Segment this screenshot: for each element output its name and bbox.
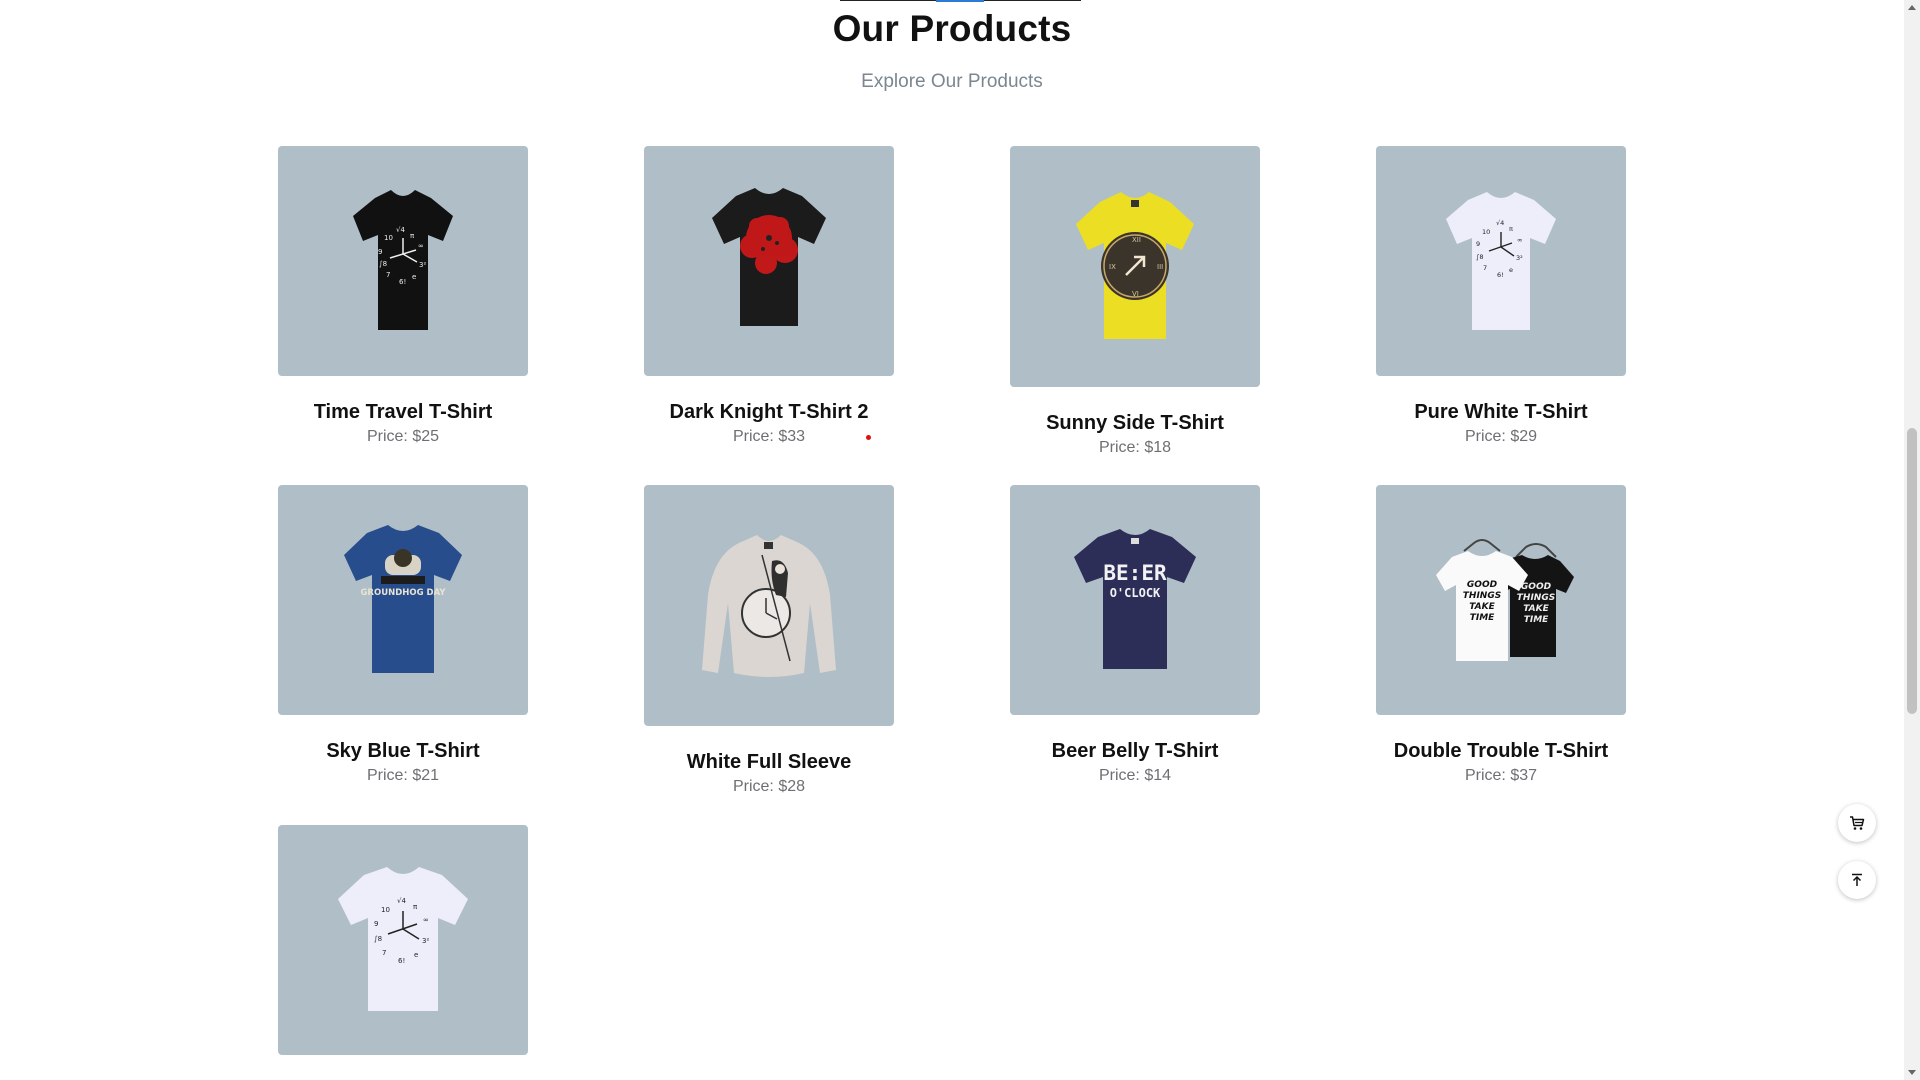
svg-text:∞: ∞ bbox=[418, 242, 424, 250]
svg-text:9: 9 bbox=[1476, 240, 1480, 248]
svg-text:9: 9 bbox=[374, 920, 378, 928]
product-card[interactable]: White Full Sleeve Price: $28 bbox=[644, 485, 894, 797]
product-name[interactable]: Sunny Side T-Shirt bbox=[1010, 411, 1260, 435]
svg-text:3²: 3² bbox=[1516, 254, 1523, 262]
svg-text:XII: XII bbox=[1132, 236, 1141, 244]
arrow-up-to-top-icon bbox=[1852, 873, 1862, 886]
product-card[interactable]: √4 π ∞ 3² e 6! 7 ∫8 9 10 Pure White T-Shirt Pri… bbox=[1376, 146, 1626, 447]
product-price: Price: $29 bbox=[1464, 428, 1538, 445]
oclock-print-text: O'CLOCK bbox=[1110, 586, 1161, 600]
product-name[interactable]: Dark Knight T-Shirt 2 bbox=[644, 400, 894, 424]
back-to-top-button[interactable] bbox=[1838, 861, 1876, 899]
cart-button[interactable] bbox=[1838, 804, 1876, 842]
svg-text:√4: √4 bbox=[1496, 219, 1504, 227]
svg-text:e: e bbox=[412, 273, 416, 281]
product-price: Price: $21 bbox=[366, 767, 440, 784]
svg-text:VI: VI bbox=[1132, 290, 1139, 298]
svg-text:7: 7 bbox=[386, 271, 390, 279]
svg-text:7: 7 bbox=[1483, 264, 1487, 272]
svg-text:π: π bbox=[1509, 225, 1513, 233]
svg-text:9: 9 bbox=[378, 248, 382, 256]
beer-print-text: BE:ER bbox=[1103, 561, 1167, 585]
product-name[interactable]: Sky Blue T-Shirt bbox=[278, 739, 528, 763]
product-card[interactable]: Dark Knight T-Shirt 2 Price: $33 bbox=[644, 146, 894, 447]
svg-text:3²: 3² bbox=[419, 261, 426, 269]
white-sweatshirt-reaper-clock-icon[interactable] bbox=[644, 485, 894, 726]
good-things-print-text: THINGS bbox=[1517, 593, 1555, 603]
good-things-print-text: TAKE bbox=[1523, 604, 1549, 614]
product-name[interactable]: Double Trouble T-Shirt bbox=[1376, 739, 1626, 763]
svg-text:10: 10 bbox=[384, 234, 393, 242]
product-card[interactable]: XII III VI IX Sunny Side T-Shirt Price: $18 bbox=[1010, 146, 1260, 458]
good-things-print-text: TIME bbox=[1470, 613, 1495, 623]
product-card[interactable]: GOOD THINGS TAKE TIME GOOD THINGS TAKE T… bbox=[1376, 485, 1626, 786]
svg-text:∫8: ∫8 bbox=[1476, 253, 1484, 261]
product-price: Price: $28 bbox=[732, 778, 806, 795]
svg-text:e: e bbox=[414, 951, 418, 959]
product-card[interactable]: BE:ER O'CLOCK Beer Belly T-Shirt Price: … bbox=[1010, 485, 1260, 786]
svg-text:10: 10 bbox=[381, 906, 390, 914]
title-divider-accent bbox=[936, 0, 984, 2]
navy-tshirt-beer-oclock-icon[interactable]: BE:ER O'CLOCK bbox=[1010, 485, 1260, 715]
product-card[interactable]: √4 π ∞ 3² e 6! 7 ∫8 9 10 bbox=[278, 825, 528, 1055]
vertical-scrollbar[interactable] bbox=[1904, 0, 1920, 1080]
cart-icon bbox=[1850, 816, 1865, 830]
good-things-print-text: GOOD bbox=[1467, 580, 1498, 590]
product-price: Price: $14 bbox=[1098, 767, 1172, 784]
svg-text:10: 10 bbox=[1482, 228, 1490, 236]
product-price: Price: $33 bbox=[732, 428, 806, 445]
white-tshirt-clock-icon[interactable]: √4 π ∞ 3² e 6! 7 ∫8 9 10 bbox=[278, 825, 528, 1055]
svg-text:√4: √4 bbox=[397, 897, 406, 905]
scroll-down-arrow-icon[interactable] bbox=[1908, 1070, 1916, 1075]
products-page: Our Products Explore Our Products √4 π ∞ 3… bbox=[0, 0, 1904, 1080]
svg-text:6!: 6! bbox=[399, 278, 406, 286]
product-name[interactable]: White Full Sleeve bbox=[644, 750, 894, 774]
blue-tshirt-groundhog-icon[interactable]: GROUNDHOG DAY bbox=[278, 485, 528, 715]
product-name[interactable]: Beer Belly T-Shirt bbox=[1010, 739, 1260, 763]
svg-text:III: III bbox=[1157, 263, 1163, 271]
svg-text:∞: ∞ bbox=[423, 916, 429, 924]
product-price: Price: $25 bbox=[366, 428, 440, 445]
svg-text:∞: ∞ bbox=[1517, 236, 1522, 244]
svg-text:IX: IX bbox=[1109, 263, 1116, 271]
scrollbar-thumb[interactable] bbox=[1907, 428, 1917, 714]
product-price: Price: $37 bbox=[1464, 767, 1538, 784]
good-things-print-text: TIME bbox=[1524, 615, 1549, 625]
section-subtitle: Explore Our Products bbox=[861, 71, 1043, 92]
red-dot-marker bbox=[866, 435, 871, 440]
svg-text:e: e bbox=[1509, 266, 1513, 274]
good-things-print-text: TAKE bbox=[1469, 602, 1495, 612]
svg-text:6!: 6! bbox=[398, 957, 405, 965]
svg-text:3²: 3² bbox=[422, 937, 429, 945]
groundhog-print-text: GROUNDHOG DAY bbox=[360, 588, 446, 598]
two-tshirts-good-things-icon[interactable]: GOOD THINGS TAKE TIME GOOD THINGS TAKE T… bbox=[1376, 485, 1626, 715]
product-card[interactable]: GROUNDHOG DAY Sky Blue T-Shirt Price: $2… bbox=[278, 485, 528, 786]
product-name[interactable]: Pure White T-Shirt bbox=[1376, 400, 1626, 424]
svg-text:6!: 6! bbox=[1497, 271, 1504, 279]
product-price: Price: $18 bbox=[1098, 439, 1172, 456]
svg-text:7: 7 bbox=[382, 949, 386, 957]
product-name[interactable]: Time Travel T-Shirt bbox=[278, 400, 528, 424]
product-card[interactable]: √4 π ∞ 3² e 6! 7 ∫8 9 10 Time Travel T-Shirt Pr… bbox=[278, 146, 528, 447]
scroll-up-arrow-icon[interactable] bbox=[1908, 5, 1916, 10]
svg-text:∫8: ∫8 bbox=[379, 260, 387, 268]
section-title: Our Products bbox=[832, 8, 1072, 49]
black-tshirt-clock-icon[interactable]: √4 π ∞ 3² e 6! 7 ∫8 9 10 bbox=[278, 146, 528, 376]
yellow-tshirt-clock-icon[interactable]: XII III VI IX bbox=[1010, 146, 1260, 387]
good-things-print-text: THINGS bbox=[1463, 591, 1501, 601]
black-tshirt-red-splatter-icon[interactable] bbox=[644, 146, 894, 376]
white-tshirt-clock-icon[interactable]: √4 π ∞ 3² e 6! 7 ∫8 9 10 bbox=[1376, 146, 1626, 376]
svg-text:∫8: ∫8 bbox=[374, 935, 382, 943]
good-things-print-text: GOOD bbox=[1521, 582, 1552, 592]
svg-text:√4: √4 bbox=[396, 226, 405, 234]
